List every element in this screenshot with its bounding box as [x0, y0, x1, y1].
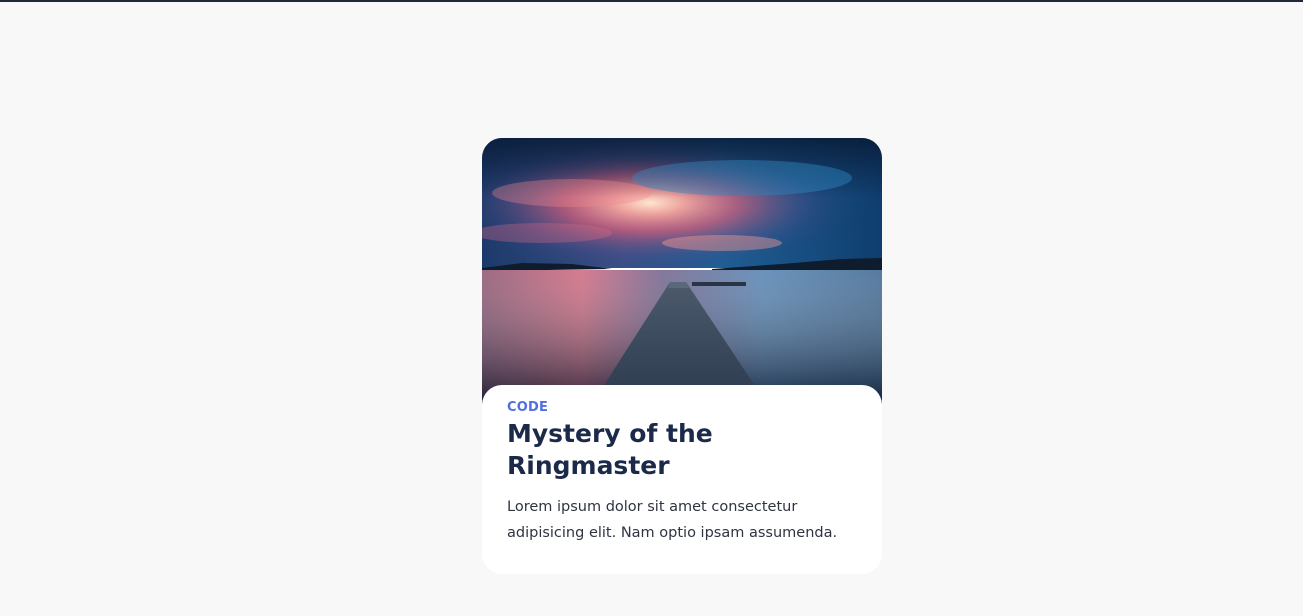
card-description: Lorem ipsum dolor sit amet consectetur a…	[507, 499, 838, 541]
card-body: CODE Mystery of the Ringmaster Lorem ips…	[482, 385, 882, 574]
category-tag[interactable]: CODE	[507, 400, 857, 416]
sunset-pier-image	[482, 138, 882, 404]
card-title[interactable]: Mystery of the Ringmaster	[507, 418, 807, 482]
blog-card[interactable]: CODE Mystery of the Ringmaster Lorem ips…	[482, 138, 882, 574]
top-border	[0, 0, 1303, 2]
